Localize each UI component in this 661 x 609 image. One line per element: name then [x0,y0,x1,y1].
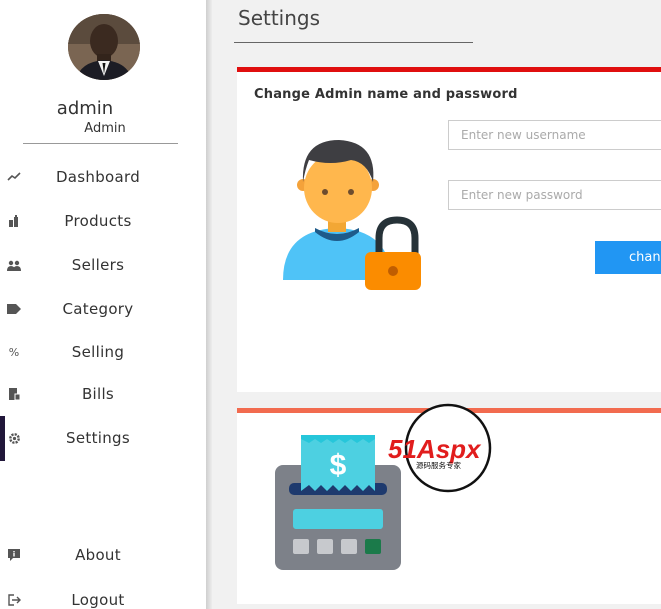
sidebar-item-about[interactable]: About [0,540,206,570]
change-button[interactable]: change [595,241,661,274]
sidebar-item-label: Logout [71,591,125,609]
watermark-subtitle: 源码服务专家 [416,460,461,470]
password-input[interactable] [448,180,661,210]
avatar [68,14,140,80]
sidebar-item-products[interactable]: Products [0,206,206,236]
cash-register-illustration: $ [275,435,401,570]
sidebar-item-dashboard[interactable]: Dashboard [0,162,206,192]
svg-text:$: $ [330,449,347,482]
user-name: admin [56,98,114,119]
username-input[interactable] [448,120,661,150]
user-role: Admin [84,121,126,136]
sidebar-item-settings[interactable]: Settings [0,423,206,453]
sidebar-item-bills[interactable]: Bills [0,379,206,409]
sidebar-item-sellers[interactable]: Sellers [0,250,206,280]
admin-lock-illustration [283,140,421,290]
page-title: Settings [238,6,321,30]
main-content: Settings Change Admin name and password … [212,0,661,609]
sidebar-item-label: Selling [71,343,125,361]
sidebar-item-label: About [75,546,121,564]
watermark-logo: 51Aspx 源码服务专家 [388,403,492,493]
sidebar-item-label: Bills [81,385,115,403]
title-underline [234,42,473,43]
sidebar-item-label: Dashboard [55,168,141,186]
sidebar-item-label: Sellers [71,256,125,274]
watermark-brand: 51Aspx [388,434,482,464]
sidebar-item-category[interactable]: Category [0,294,206,324]
admin-credentials-card: Change Admin name and password change [237,67,661,392]
user-divider [23,143,178,144]
sidebar-item-label: Products [64,212,132,230]
sidebar-item-logout[interactable]: Logout [0,585,206,609]
sidebar-item-label: Category [62,300,134,318]
sidebar-item-selling[interactable]: % Selling [0,337,206,367]
card-title: Change Admin name and password [254,87,518,102]
sidebar-item-label: Settings [66,429,130,447]
sidebar: admin Admin Dashboard Products Sellers C… [0,0,206,609]
